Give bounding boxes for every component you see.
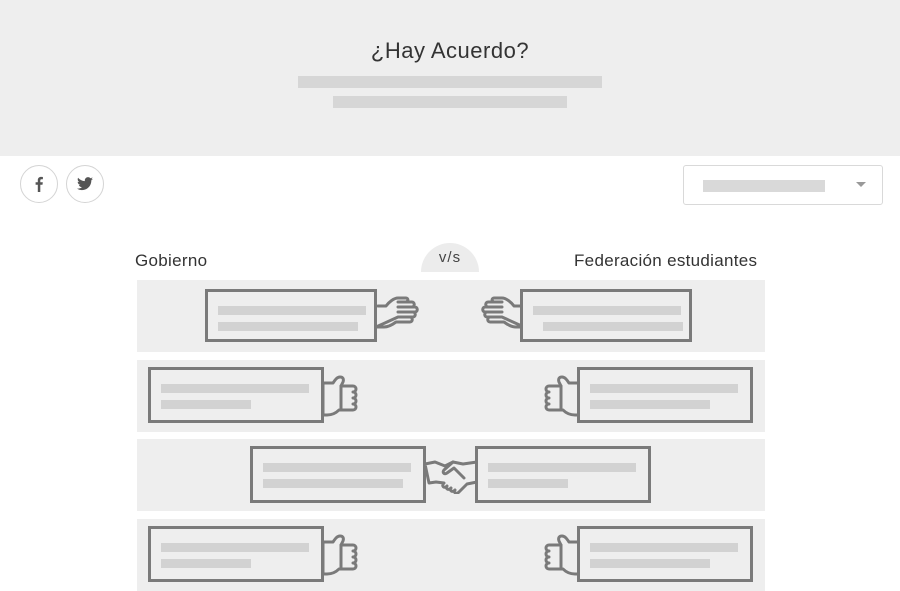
fist-left-icon <box>541 373 581 419</box>
right-statement-card[interactable] <box>577 526 753 582</box>
right-statement-card[interactable] <box>520 289 692 342</box>
left-statement-card[interactable] <box>250 446 426 503</box>
text-placeholder <box>590 559 710 568</box>
text-placeholder <box>161 384 309 393</box>
text-placeholder <box>263 479 403 488</box>
open-hand-left-icon <box>479 294 525 334</box>
text-placeholder <box>590 400 710 409</box>
text-placeholder <box>590 384 738 393</box>
left-side-label: Gobierno <box>135 251 208 270</box>
left-statement-card[interactable] <box>148 367 324 423</box>
right-statement-card[interactable] <box>577 367 753 423</box>
text-placeholder <box>218 322 358 331</box>
text-placeholder <box>161 400 251 409</box>
filter-select[interactable] <box>683 165 883 205</box>
left-statement-card[interactable] <box>148 526 324 582</box>
subtitle-placeholder-1 <box>298 76 602 88</box>
facebook-icon <box>35 176 43 192</box>
text-placeholder <box>161 543 309 552</box>
facebook-share-button[interactable] <box>20 165 58 203</box>
handshake-icon <box>423 454 479 494</box>
twitter-icon <box>77 177 93 191</box>
text-placeholder <box>533 306 681 315</box>
text-placeholder <box>263 463 411 472</box>
vs-tab: v/s <box>421 243 479 272</box>
text-placeholder <box>161 559 251 568</box>
left-statement-card[interactable] <box>205 289 377 342</box>
chevron-down-icon <box>856 182 866 187</box>
right-statement-card[interactable] <box>475 446 651 503</box>
fist-left-icon <box>541 532 581 578</box>
fist-right-icon <box>321 532 361 578</box>
vs-label: v/s <box>438 249 462 266</box>
page-title: ¿Hay Acuerdo? <box>370 38 530 63</box>
page-header: ¿Hay Acuerdo? <box>0 0 900 156</box>
text-placeholder <box>590 543 738 552</box>
subtitle-placeholder-2 <box>333 96 567 108</box>
text-placeholder <box>543 322 683 331</box>
comparison-row <box>137 360 765 432</box>
text-placeholder <box>488 479 568 488</box>
select-value-placeholder <box>703 180 825 192</box>
comparison-row <box>137 519 765 591</box>
comparison-row <box>137 280 765 352</box>
open-hand-right-icon <box>375 294 421 334</box>
text-placeholder <box>488 463 636 472</box>
fist-right-icon <box>321 373 361 419</box>
twitter-share-button[interactable] <box>66 165 104 203</box>
right-side-label: Federación estudiantes <box>574 251 758 270</box>
comparison-row <box>137 439 765 511</box>
text-placeholder <box>218 306 366 315</box>
